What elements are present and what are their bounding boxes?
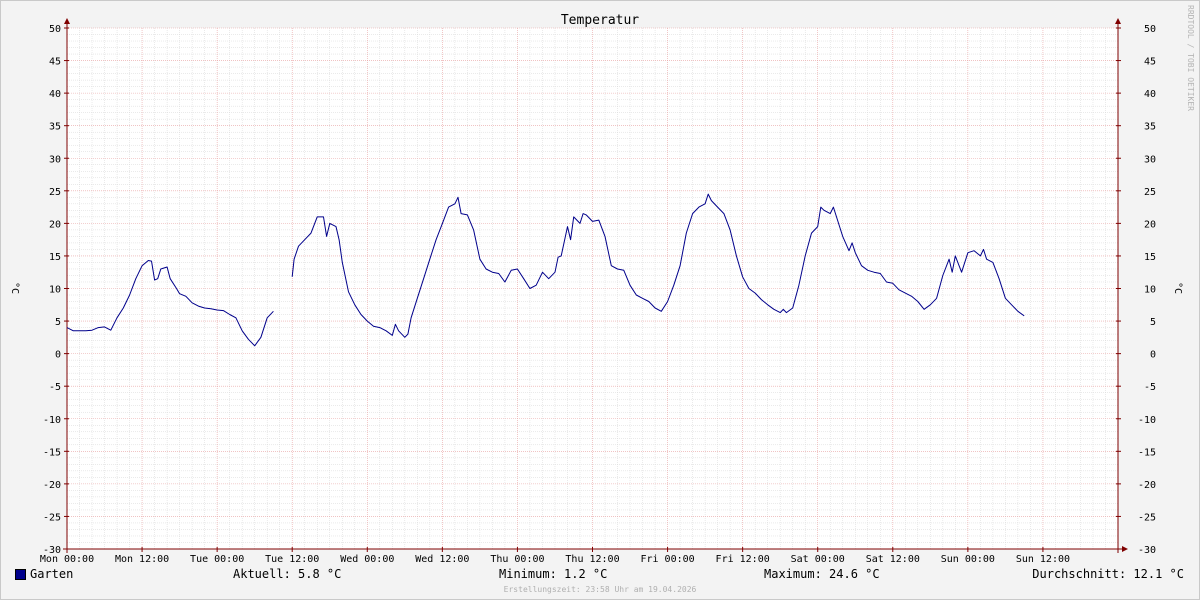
y-tick-label: -5 [49, 382, 61, 393]
x-tick-label: Mon 00:00 [40, 554, 94, 565]
y-axis-label-left: °C [9, 282, 20, 294]
legend-minimum-value: Minimum: 1.2 °C [499, 567, 608, 581]
y-axis-arrow-right [1115, 18, 1121, 24]
y-tick-label: 30 [49, 154, 61, 165]
y-tick-label-right: 30 [1144, 154, 1156, 165]
y-axis-labels-right: -30 -25 -20 -15 -10 -5 0 5 10 15 20 25 30 35 40 45 50 [1138, 24, 1156, 556]
y-tick-label-right: 0 [1150, 350, 1156, 361]
x-tick-label: Mon 12:00 [115, 554, 169, 565]
y-tick-label: 45 [49, 57, 61, 68]
y-tick-label: 0 [55, 350, 61, 361]
y-tick-label: 25 [49, 187, 61, 198]
x-tick-label: Wed 12:00 [415, 554, 469, 565]
legend-series-name: Garten [30, 567, 74, 581]
y-tick-label-right: 20 [1144, 219, 1156, 230]
x-axis-arrow [1122, 546, 1128, 552]
x-tick-label: Fri 12:00 [716, 554, 770, 565]
x-tick-label: Tue 00:00 [190, 554, 244, 565]
y-axis-labels-left: -30-25-20-15-10-505101520253035404550 [43, 24, 61, 556]
y-axis-label-right: °C [1172, 282, 1183, 294]
y-tick-label-right: -20 [1138, 480, 1156, 491]
y-tick-label-right: 5 [1150, 317, 1156, 328]
x-tick-label: Sun 12:00 [1016, 554, 1070, 565]
x-tick-label: Thu 12:00 [565, 554, 619, 565]
y-tick-label-right: -5 [1144, 382, 1156, 393]
y-tick-label-right: 40 [1144, 89, 1156, 100]
y-axis-arrow-left [64, 18, 70, 24]
legend-swatch-garten [15, 569, 26, 580]
x-tick-label: Tue 12:00 [265, 554, 319, 565]
temperature-chart: -30-25-20-15-10-505101520253035404550 -3… [9, 13, 1183, 565]
creation-time-note: Erstellungszeit: 23:58 Uhr am 19.04.2026 [503, 585, 697, 594]
rrdtool-watermark: RRDTOOL / TOBI OETIKER [1186, 5, 1195, 111]
legend-row: Garten Aktuell: 5.8 °C Minimum: 1.2 °C M… [0, 567, 1200, 585]
x-tick-label: Sat 12:00 [866, 554, 920, 565]
y-tick-label: 10 [49, 285, 61, 296]
y-tick-label: -20 [43, 480, 61, 491]
x-tick-label: Sat 00:00 [791, 554, 845, 565]
legend-maximum-value: Maximum: 24.6 °C [764, 567, 880, 581]
y-tick-label: 35 [49, 122, 61, 133]
y-tick-label-right: -25 [1138, 512, 1156, 523]
y-tick-label: -25 [43, 512, 61, 523]
y-tick-label: 15 [49, 252, 61, 263]
x-tick-label: Fri 00:00 [640, 554, 694, 565]
legend-current-value: Aktuell: 5.8 °C [233, 567, 342, 581]
y-tick-label-right: -15 [1138, 447, 1156, 458]
y-tick-label: -15 [43, 447, 61, 458]
x-axis-labels: Mon 00:00 Mon 12:00 Tue 00:00 Tue 12:00 Wed … [40, 554, 1070, 565]
y-tick-label-right: 45 [1144, 57, 1156, 68]
y-tick-label-right: 25 [1144, 187, 1156, 198]
chart-title: Temperatur [561, 13, 639, 28]
y-tick-label: 50 [49, 24, 61, 35]
y-tick-label-right: -30 [1138, 545, 1156, 556]
y-tick-label: 20 [49, 219, 61, 230]
y-tick-label-right: -10 [1138, 415, 1156, 426]
x-tick-label: Sun 00:00 [941, 554, 995, 565]
legend-average-value: Durchschnitt: 12.1 °C [1032, 567, 1184, 581]
y-tick-label: 40 [49, 89, 61, 100]
y-tick-label: 5 [55, 317, 61, 328]
y-tick-label-right: 50 [1144, 24, 1156, 35]
x-tick-label: Thu 00:00 [490, 554, 544, 565]
x-tick-label: Wed 00:00 [340, 554, 394, 565]
y-tick-label-right: 10 [1144, 285, 1156, 296]
y-tick-label-right: 35 [1144, 122, 1156, 133]
y-tick-label-right: 15 [1144, 252, 1156, 263]
y-tick-label: -10 [43, 415, 61, 426]
